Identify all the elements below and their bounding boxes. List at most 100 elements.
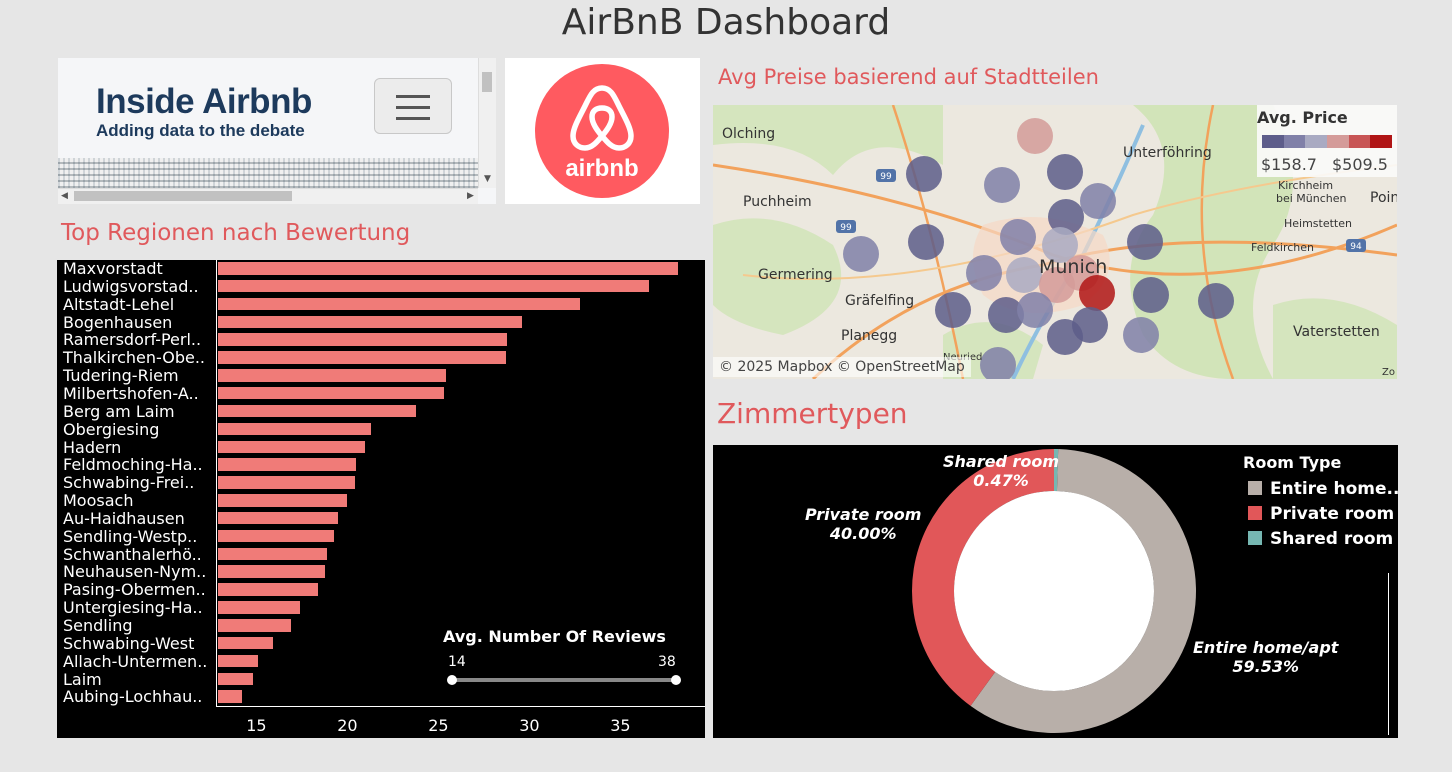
road-94: 94 (1350, 242, 1362, 252)
panel-divider (1388, 573, 1389, 735)
bar-label: Altstadt-Lehel (63, 294, 175, 314)
bar[interactable] (218, 369, 446, 382)
price-map[interactable]: 99 99 94 Olching Unterföhring Puchheim K… (713, 105, 1397, 379)
reviews-slider-handle-min[interactable] (447, 675, 457, 685)
bar[interactable] (218, 601, 300, 614)
place-poin: Poin (1370, 190, 1397, 206)
legend-gradient-step (1262, 135, 1284, 148)
place-heimstetten: Heimstetten (1284, 217, 1352, 230)
airbnb-logo-panel: airbnb (505, 58, 700, 204)
reviews-slider-track[interactable] (451, 678, 677, 682)
reviews-filter-min: 14 (448, 654, 466, 670)
bar-label: Allach-Untermen.. (63, 651, 208, 671)
horizontal-scroll-thumb[interactable] (74, 191, 292, 201)
bar-chart-title: Top Regionen nach Bewertung (61, 220, 411, 246)
bar[interactable] (218, 654, 259, 668)
web-tagline: Adding data to the debate (96, 121, 305, 140)
bar-label: Maxvorstadt (63, 259, 163, 278)
vertical-scroll-thumb[interactable] (482, 72, 492, 92)
map-price-legend: Avg. Price $158.7 $509.5 (1257, 105, 1397, 177)
label-private-room-value: 40.00% (829, 524, 897, 543)
web-map-preview (58, 158, 478, 188)
bar[interactable] (218, 262, 679, 275)
bar-chart[interactable]: Maxvorstadt Ludwigsvorstad.. Altstadt-Lehe… (57, 259, 705, 738)
web-brand[interactable]: Inside Airbnb (96, 82, 312, 122)
bar[interactable] (218, 619, 291, 632)
map-attribution[interactable]: © 2025 Mapbox © OpenStreetMap (713, 357, 971, 377)
bar[interactable] (218, 404, 417, 418)
bar-label: Bogenhausen (63, 312, 173, 332)
bar[interactable] (218, 583, 319, 596)
place-puchheim: Puchheim (743, 194, 812, 210)
bar-label: Untergiesing-Ha.. (63, 598, 203, 618)
hamburger-icon (396, 95, 430, 120)
bar[interactable] (218, 351, 506, 364)
legend-swatch-shared-room (1248, 531, 1262, 545)
scroll-right-icon[interactable]: ▶ (467, 191, 474, 201)
donut-title: Zimmertypen (717, 397, 908, 430)
bar[interactable] (218, 333, 508, 346)
bar-label: Milbertshofen-A.. (63, 383, 199, 403)
bar-label: Sendling (63, 616, 133, 635)
bar-label: Aubing-Lochhau.. (63, 687, 203, 707)
place-feldkirchen: Feldkirchen (1251, 241, 1314, 254)
airbnb-logo: airbnb (535, 64, 669, 198)
legend-label-entire-home: Entire home.. (1270, 479, 1398, 499)
map-legend-max: $509.5 (1332, 155, 1388, 174)
bar-label: Berg am Laim (63, 401, 175, 421)
bar[interactable] (218, 458, 357, 471)
place-graefelfing: Gräfelfing (845, 293, 915, 309)
bar[interactable] (218, 440, 366, 453)
x-axis-line (216, 706, 705, 707)
bar[interactable] (218, 672, 253, 686)
x-tick-label: 20 (337, 716, 358, 735)
bar-label: Sendling-Westp.. (63, 526, 198, 546)
scroll-down-icon[interactable]: ▼ (484, 174, 491, 184)
web-embed[interactable]: Inside Airbnb Adding data to the debate … (58, 58, 496, 204)
bar-label: Thalkirchen-Obe.. (63, 348, 206, 368)
map-legend-gradient (1262, 135, 1393, 148)
bar[interactable] (218, 279, 650, 293)
bar[interactable] (218, 547, 328, 561)
bar-label: Tudering-Riem (63, 366, 179, 386)
bar[interactable] (218, 476, 355, 489)
legend-swatch-entire-home (1248, 481, 1262, 495)
legend-private-room[interactable]: Private room (1248, 504, 1394, 524)
reviews-filter-max: 38 (658, 654, 676, 670)
bar[interactable] (218, 386, 444, 400)
bar[interactable] (218, 315, 522, 329)
room-type-legend-title: Room Type (1243, 453, 1342, 472)
bar-label: Schwanthalerhö.. (63, 544, 202, 564)
road-99-a: 99 (880, 172, 892, 182)
bar-label: Ludwigsvorstad.. (63, 276, 199, 296)
bar[interactable] (218, 529, 335, 543)
bar[interactable] (218, 690, 242, 703)
logo-wordmark: airbnb (565, 155, 638, 182)
legend-gradient-step (1305, 135, 1328, 148)
x-tick-label: 25 (428, 716, 449, 735)
bar-label: Pasing-Obermen.. (63, 580, 206, 600)
hamburger-menu-button[interactable] (374, 78, 452, 134)
dashboard-title: AirBnB Dashboard (561, 2, 891, 43)
place-vaterstetten: Vaterstetten (1293, 324, 1380, 340)
bar-label: Schwabing-Frei.. (63, 473, 195, 493)
reviews-slider-handle-max[interactable] (671, 675, 681, 685)
place-munich: Munich (1039, 256, 1108, 278)
scroll-left-icon[interactable]: ◀ (61, 191, 68, 201)
label-private-room-name: Private room (805, 505, 922, 524)
bar[interactable] (218, 494, 348, 507)
legend-entire-home[interactable]: Entire home.. (1248, 479, 1398, 499)
room-type-chart[interactable]: Shared room 0.47% Private room 40.00% En… (713, 445, 1398, 738)
bar[interactable] (218, 297, 581, 311)
label-entire-home-value: 59.53% (1232, 657, 1300, 676)
legend-shared-room[interactable]: Shared room (1248, 529, 1393, 549)
place-bei-muenchen: bei München (1276, 192, 1347, 205)
bar-label: Ramersdorf-Perl.. (63, 330, 202, 350)
bar[interactable] (218, 511, 339, 525)
legend-gradient-step (1370, 135, 1393, 148)
bar[interactable] (218, 565, 326, 578)
bar[interactable] (218, 636, 273, 650)
road-99-b: 99 (840, 223, 852, 233)
place-germering: Germering (758, 267, 833, 283)
bar[interactable] (218, 422, 371, 436)
